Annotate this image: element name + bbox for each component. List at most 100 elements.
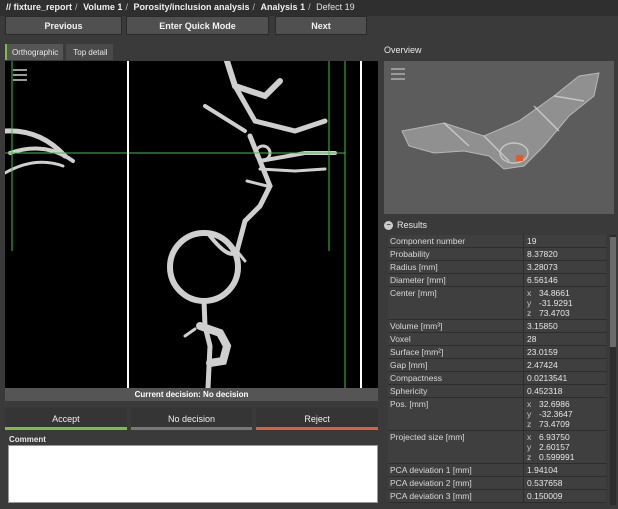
- result-value: 3.15850: [527, 321, 558, 331]
- reject-button[interactable]: Reject: [256, 408, 379, 430]
- axis-value: 6.93750: [539, 432, 570, 442]
- next-button[interactable]: Next: [275, 16, 367, 35]
- result-row: Component number 19: [388, 235, 606, 248]
- result-row: Radius [mm] 3.28073: [388, 261, 606, 274]
- axis-label: y: [527, 298, 532, 308]
- result-value: 19: [527, 236, 537, 246]
- result-key: Voxel: [388, 333, 524, 345]
- result-key: Diameter [mm]: [388, 274, 524, 286]
- axis-label: z: [527, 452, 532, 462]
- breadcrumb-separator: /: [308, 2, 311, 12]
- result-row: Volume [mm³] 3.15850: [388, 320, 606, 333]
- result-value: 0.452318: [527, 386, 563, 396]
- tab-orthographic[interactable]: Orthographic: [5, 44, 64, 60]
- axis-value: 73.4709: [539, 419, 570, 429]
- overview-title: Overview: [384, 45, 422, 55]
- result-row: PCA deviation 2 [mm] 0.537658: [388, 477, 606, 490]
- defect-marker: [516, 155, 523, 161]
- result-key: PCA deviation 2 [mm]: [388, 477, 524, 489]
- breadcrumb-prefix: //: [6, 2, 12, 12]
- breadcrumb-separator: /: [252, 2, 256, 12]
- current-decision-bar: Current decision: No decision: [5, 388, 378, 401]
- results-header[interactable]: − Results: [384, 220, 427, 230]
- result-row: Center [mm] x 34.8661 y -31.9291 z 73.4703: [388, 287, 606, 320]
- previous-button[interactable]: Previous: [5, 16, 122, 35]
- result-key: Gap [mm]: [388, 359, 524, 371]
- axis-label: z: [527, 419, 532, 429]
- result-row: Surface [mm²] 23.0159: [388, 346, 606, 359]
- no-decision-button[interactable]: No decision: [130, 408, 253, 430]
- breadcrumb: // fixture_report / Volume 1/ Porosity/in…: [0, 0, 618, 16]
- result-value: 1.94104: [527, 465, 558, 475]
- result-value: 0.537658: [527, 478, 563, 488]
- overview-render: [401, 72, 600, 170]
- result-value: 23.0159: [527, 347, 558, 357]
- result-key: Probability: [388, 248, 524, 260]
- result-row: PCA deviation 1 [mm] 1.94104: [388, 464, 606, 477]
- decision-buttons: Accept No decision Reject: [5, 408, 379, 430]
- scrollbar-thumb[interactable]: [610, 237, 616, 347]
- breadcrumb-separator: /: [125, 2, 128, 12]
- result-key: Volume [mm³]: [388, 320, 524, 332]
- breadcrumb-item-analysis-type[interactable]: Porosity/inclusion analysis: [133, 2, 249, 12]
- result-key: Surface [mm²]: [388, 346, 524, 358]
- breadcrumb-item-volume[interactable]: Volume 1: [83, 2, 122, 12]
- axis-label: y: [527, 442, 532, 452]
- axis-value: -31.9291: [539, 298, 573, 308]
- comment-label: Comment: [9, 435, 46, 444]
- result-value: x 32.6986 y -32.3647 z 73.4709: [524, 398, 606, 430]
- result-key: Compactness: [388, 372, 524, 384]
- axis-label: x: [527, 399, 532, 409]
- result-value: x 6.93750 y 2.60157 z 0.599991: [524, 431, 606, 463]
- result-key: Component number: [388, 235, 524, 247]
- overview-3d-view[interactable]: [384, 61, 614, 214]
- accept-button[interactable]: Accept: [5, 408, 127, 430]
- results-title: Results: [397, 220, 428, 230]
- axis-value: 2.60157: [539, 442, 570, 452]
- breadcrumb-current: Defect 19: [316, 2, 355, 12]
- breadcrumb-item-analysis[interactable]: Analysis 1: [261, 2, 306, 12]
- result-row: Pos. [mm] x 32.6986 y -32.3647 z 73.4709: [388, 398, 606, 431]
- result-key: Sphericity: [388, 385, 524, 397]
- axis-label: y: [527, 409, 532, 419]
- result-key: PCA deviation 3 [mm]: [388, 490, 524, 502]
- quick-mode-button[interactable]: Enter Quick Mode: [126, 16, 269, 35]
- axis-value: 32.6986: [539, 399, 570, 409]
- result-value: 0.150009: [527, 491, 563, 501]
- comment-input[interactable]: [8, 445, 378, 503]
- collapse-icon[interactable]: −: [384, 220, 393, 230]
- result-key: Radius [mm]: [388, 261, 524, 273]
- result-row: Gap [mm] 2.47424: [388, 359, 606, 372]
- axis-value: 73.4703: [539, 308, 570, 318]
- axis-label: x: [527, 288, 532, 298]
- overview-menu-icon[interactable]: [391, 68, 405, 80]
- result-key: Center [mm]: [388, 287, 524, 319]
- axis-label: z: [527, 308, 532, 318]
- axis-value: 0.599991: [539, 452, 575, 462]
- result-key: Projected size [mm]: [388, 431, 524, 463]
- viewport-menu-icon[interactable]: [13, 69, 27, 81]
- result-key: Pos. [mm]: [388, 398, 524, 430]
- result-row: PCA deviation 3 [mm] 0.150009: [388, 490, 606, 503]
- axis-label: x: [527, 432, 532, 442]
- result-value: 8.37820: [527, 249, 558, 259]
- result-value: 3.28073: [527, 262, 558, 272]
- result-value: 28: [527, 334, 537, 344]
- results-table: Component number 19 Probability 8.37820 Radi…: [388, 235, 606, 503]
- result-row: Voxel 28: [388, 333, 606, 346]
- ct-slice-viewport[interactable]: [5, 61, 378, 388]
- tab-top-detail[interactable]: Top detail: [66, 44, 113, 60]
- breadcrumb-separator: /: [75, 2, 78, 12]
- result-row: Projected size [mm] x 6.93750 y 2.60157 z 0.59…: [388, 431, 606, 464]
- result-value: 6.56146: [527, 275, 558, 285]
- result-value: 0.0213541: [527, 373, 568, 383]
- ct-slice-image: [5, 61, 362, 388]
- results-scrollbar[interactable]: [610, 235, 616, 505]
- result-value: x 34.8661 y -31.9291 z 73.4703: [524, 287, 606, 319]
- result-row: Diameter [mm] 6.56146: [388, 274, 606, 287]
- view-tabs: Orthographic Top detail: [5, 44, 113, 60]
- result-value: 2.47424: [527, 360, 558, 370]
- breadcrumb-item-report[interactable]: fixture_report: [14, 2, 73, 12]
- result-row: Compactness 0.0213541: [388, 372, 606, 385]
- axis-value: -32.3647: [539, 409, 573, 419]
